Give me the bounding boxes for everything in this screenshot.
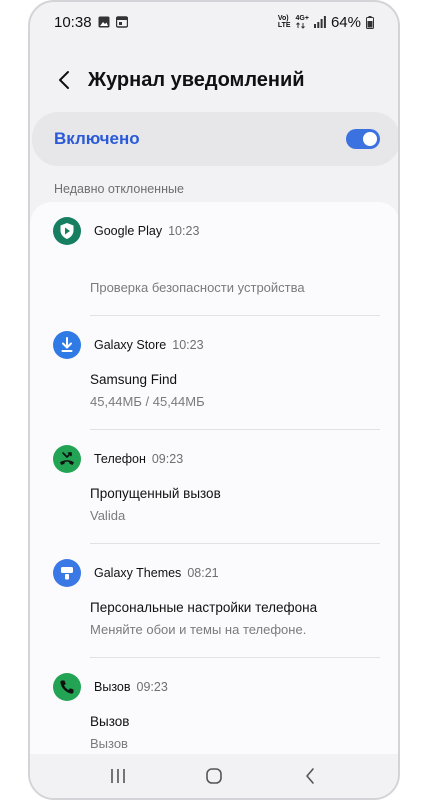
battery-icon bbox=[366, 15, 374, 29]
app-name: Galaxy Themes bbox=[94, 566, 182, 580]
google-play-protect-icon bbox=[53, 217, 81, 245]
volte-indicator: Vo) LTE bbox=[277, 15, 291, 29]
battery-percent: 64% bbox=[330, 13, 361, 31]
notification-time: 08:21 bbox=[187, 566, 219, 580]
gallery-icon bbox=[98, 16, 110, 28]
back-button[interactable] bbox=[44, 60, 84, 100]
notification-list: Google Play 10:23 Проверка безопасности … bbox=[30, 202, 398, 762]
list-item[interactable]: Galaxy Themes 08:21 Персональные настрой… bbox=[30, 544, 398, 658]
notification-time: 09:23 bbox=[151, 452, 184, 466]
list-item[interactable]: Galaxy Store 10:23 Samsung Find 45,44МБ … bbox=[30, 316, 398, 430]
toggle-label: Включено bbox=[54, 129, 140, 148]
notification-title: Samsung Find bbox=[90, 372, 178, 387]
app-name: Galaxy Store bbox=[94, 338, 167, 352]
status-time: 10:38 bbox=[54, 13, 92, 31]
network-indicator: 4G+ bbox=[296, 15, 309, 29]
notification-subtitle: Valida bbox=[90, 508, 126, 523]
recents-button[interactable] bbox=[98, 760, 138, 792]
phone-screen: 10:38 Vo) LTE 4G+ 64% Журнал уведомлений… bbox=[28, 0, 400, 800]
phone-icon bbox=[53, 673, 81, 701]
app-name: Вызов bbox=[94, 680, 131, 694]
nav-back-button[interactable] bbox=[290, 760, 330, 792]
notification-subtitle: Меняйте обои и темы на телефоне. bbox=[90, 622, 307, 637]
back-icon bbox=[306, 768, 314, 784]
home-icon bbox=[206, 768, 222, 784]
chevron-left-icon bbox=[59, 71, 69, 89]
download-icon bbox=[53, 331, 81, 359]
home-button[interactable] bbox=[194, 760, 234, 792]
signal-icon bbox=[313, 16, 326, 28]
navigation-bar bbox=[30, 754, 398, 798]
app-name: Телефон bbox=[94, 452, 146, 466]
list-item[interactable]: Телефон 09:23 Пропущенный вызов Valida bbox=[30, 430, 398, 544]
list-item[interactable]: Google Play 10:23 Проверка безопасности … bbox=[30, 202, 398, 316]
page-title: Журнал уведомлений bbox=[88, 68, 305, 91]
data-arrows-icon bbox=[295, 22, 309, 29]
notification-time: 10:23 bbox=[168, 224, 200, 238]
header: Журнал уведомлений bbox=[30, 60, 398, 100]
notification-subtitle: Проверка безопасности устройства bbox=[90, 280, 305, 295]
notification-title: Персональные настройки телефона bbox=[90, 600, 318, 615]
notification-subtitle: 45,44МБ / 45,44МБ bbox=[90, 394, 205, 409]
app-name: Google Play bbox=[94, 224, 163, 238]
notification-subtitle: Вызов bbox=[90, 736, 128, 751]
missed-call-icon bbox=[53, 445, 81, 473]
status-bar: 10:38 Vo) LTE 4G+ 64% bbox=[30, 2, 398, 42]
notification-title: Вызов bbox=[90, 714, 130, 729]
notification-title: Пропущенный вызов bbox=[90, 486, 221, 501]
enable-switch[interactable] bbox=[346, 129, 380, 149]
themes-brush-icon bbox=[53, 559, 81, 587]
enable-toggle-row[interactable]: Включено bbox=[32, 112, 398, 166]
notification-time: 09:23 bbox=[136, 680, 168, 694]
list-item[interactable]: Вызов 09:23 Вызов Вызов bbox=[30, 658, 398, 762]
notification-time: 10:23 bbox=[172, 338, 204, 352]
recents-icon bbox=[111, 769, 125, 783]
calendar-icon bbox=[115, 16, 128, 28]
section-header: Недавно отклоненные bbox=[54, 182, 184, 196]
